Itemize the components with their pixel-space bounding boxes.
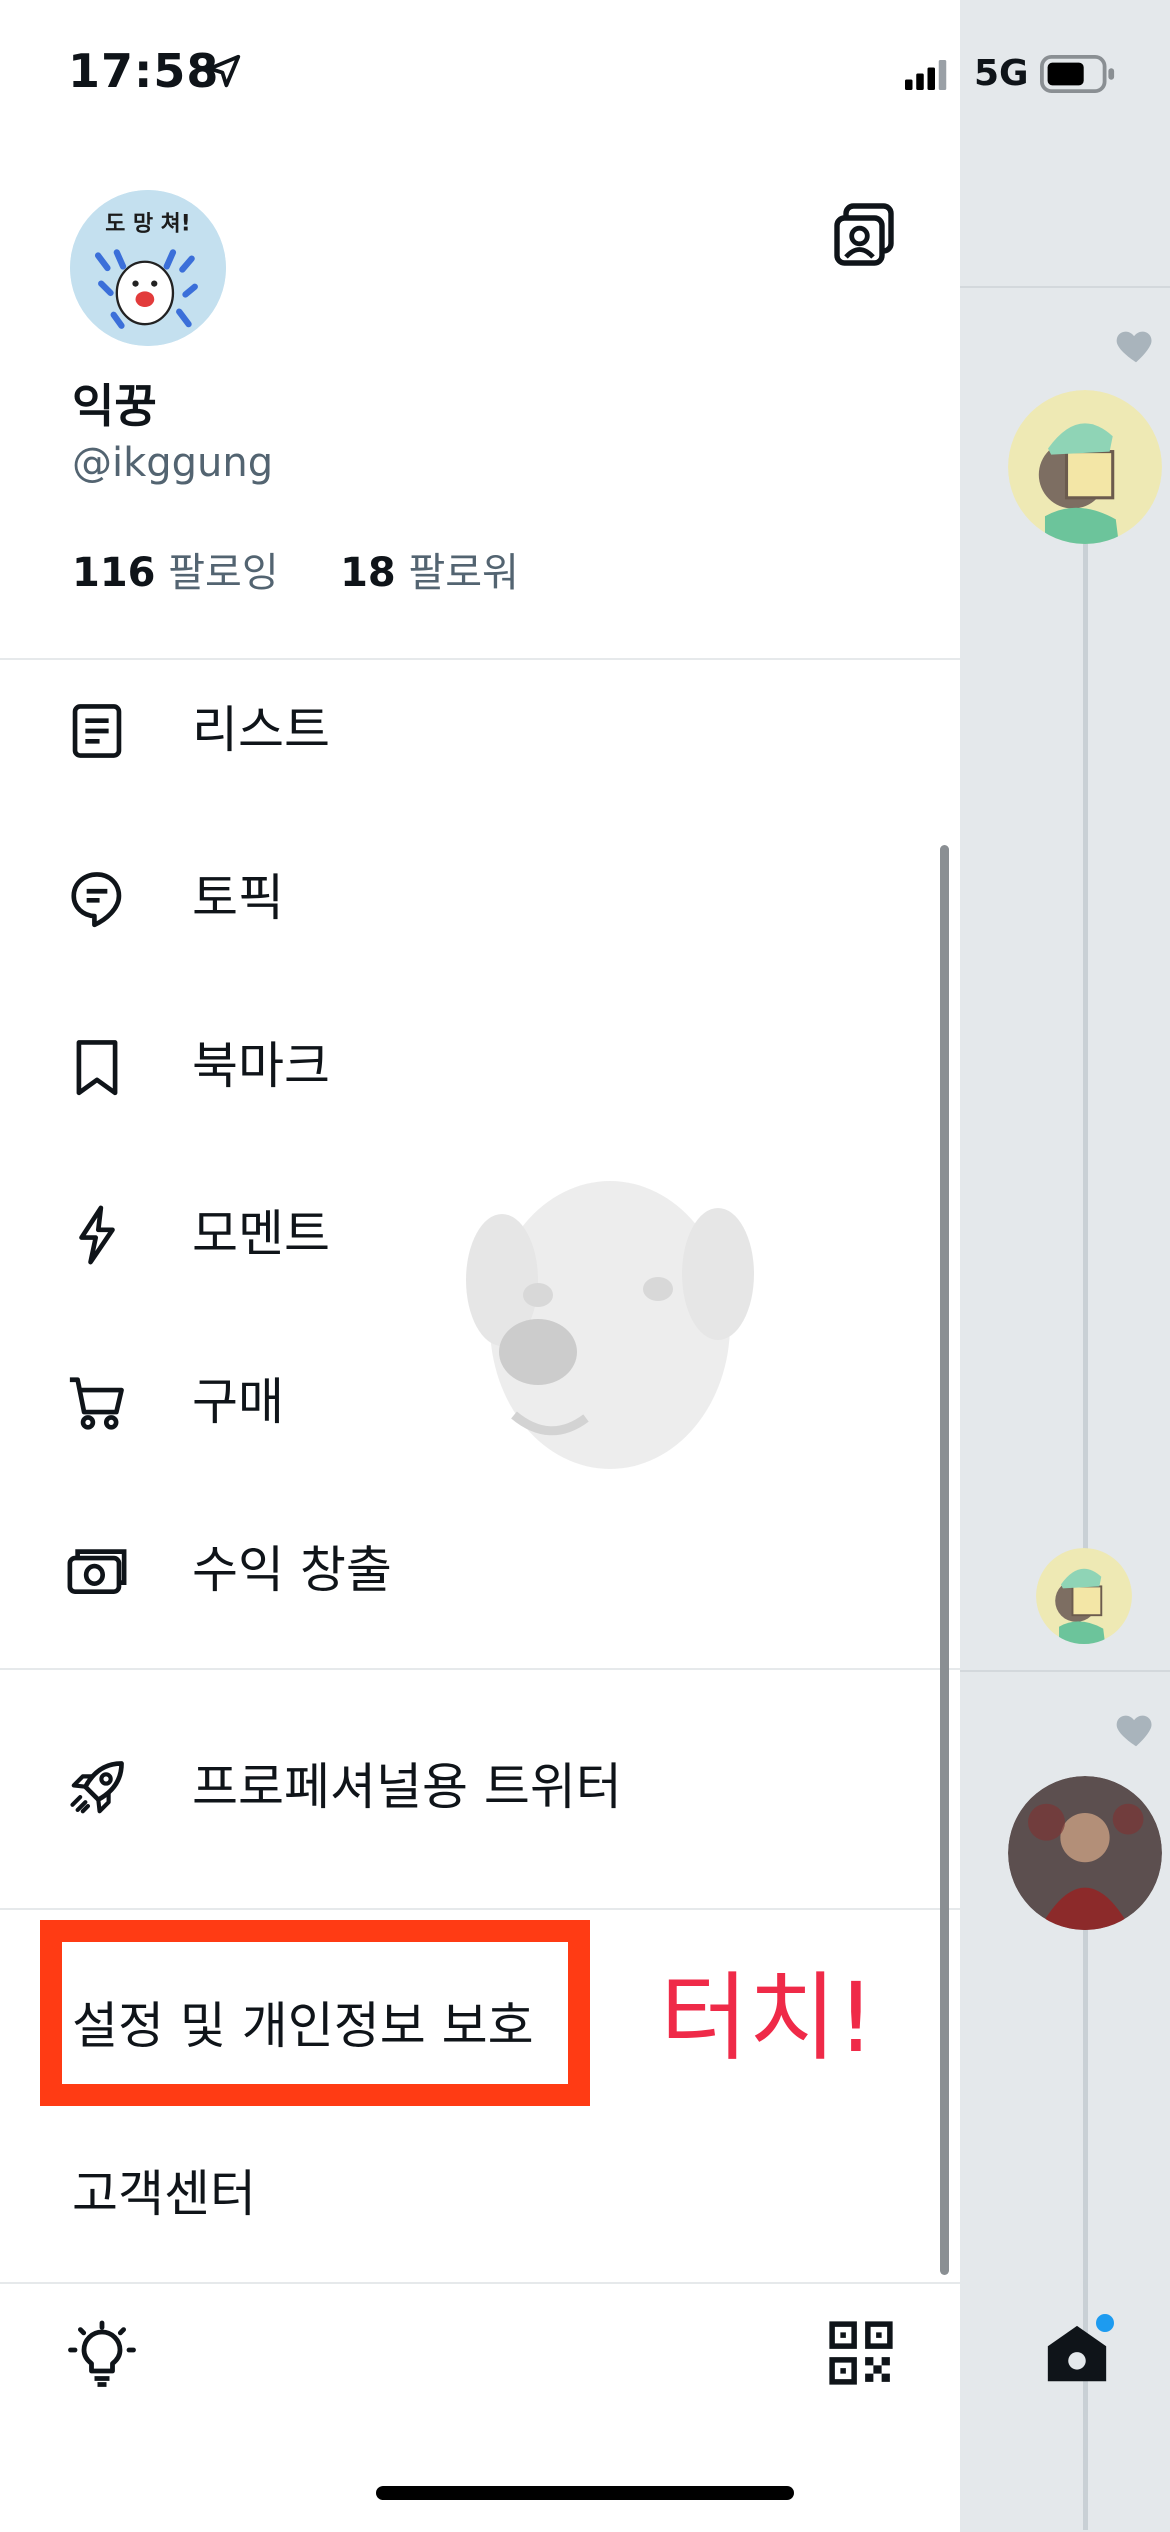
followers-count: 18 <box>340 550 396 596</box>
menu-item-label: 수익 창출 <box>192 1541 392 1599</box>
side-drawer: 17:58 5G 도 망 쳐! 익꿍 @ikggung 116 팔로잉 18 팔… <box>0 0 1115 2532</box>
following-link[interactable]: 116 팔로잉 <box>72 550 291 596</box>
signal-icon <box>905 60 947 90</box>
menu-item-label: 북마크 <box>192 1037 330 1095</box>
menu-item-label: 프로페셔널용 트위터 <box>192 1758 622 1816</box>
lightbulb-icon[interactable] <box>66 2320 138 2392</box>
thread-line <box>1083 1920 1088 2530</box>
divider <box>0 658 960 660</box>
bookmark-icon <box>76 1040 118 1096</box>
home-indicator[interactable] <box>376 2486 794 2500</box>
network-label: 5G <box>974 53 1029 94</box>
status-time: 17:58 <box>68 44 220 98</box>
notification-dot <box>1093 2311 1117 2335</box>
like-heart-icon[interactable] <box>1113 322 1159 368</box>
timeline-divider <box>960 286 1170 288</box>
timeline-background <box>960 0 1170 2532</box>
timeline-divider <box>960 1670 1170 1672</box>
following-count: 116 <box>72 550 156 596</box>
scrollbar[interactable] <box>940 845 949 2275</box>
menu-item-label: 모멘트 <box>192 1205 330 1263</box>
menu-item-monetization[interactable]: 수익 창출 <box>0 1510 940 1630</box>
divider <box>0 1908 960 1910</box>
avatar-text: 도 망 쳐! <box>105 212 190 237</box>
dog-sticker-image <box>466 1181 754 1469</box>
rocket-icon <box>70 1761 124 1814</box>
money-icon <box>67 1549 127 1594</box>
menu-item-label: 리스트 <box>192 701 330 759</box>
divider <box>0 2282 960 2284</box>
timeline-avatar[interactable] <box>1036 1548 1132 1644</box>
battery-icon <box>1040 55 1115 93</box>
list-icon <box>72 704 122 758</box>
touch-annotation: 터치! <box>660 1962 876 2074</box>
topic-icon <box>71 872 122 928</box>
menu-item-topics[interactable]: 토픽 <box>0 838 940 958</box>
menu-item-bookmarks[interactable]: 북마크 <box>0 1006 940 1126</box>
account-switch-icon[interactable] <box>828 200 900 272</box>
help-center-link[interactable]: 고객센터 <box>72 2164 256 2224</box>
timeline-avatar[interactable] <box>1008 390 1162 544</box>
timeline-avatar[interactable] <box>1008 1776 1162 1930</box>
menu-item-label: 토픽 <box>192 869 284 927</box>
settings-and-privacy-link[interactable]: 설정 및 개인정보 보호 <box>72 1996 534 2056</box>
menu-item-professional[interactable]: 프로페셔널용 트위터 <box>0 1727 940 1847</box>
followers-label: 팔로워 <box>408 550 519 596</box>
like-heart-icon[interactable] <box>1113 1706 1159 1752</box>
follow-stats: 116 팔로잉 18 팔로워 <box>72 540 519 598</box>
followers-link[interactable]: 18 팔로워 <box>340 550 519 596</box>
following-label: 팔로잉 <box>168 550 279 596</box>
menu-item-lists[interactable]: 리스트 <box>0 670 940 790</box>
user-handle: @ikggung <box>72 440 274 486</box>
menu-item-label: 구매 <box>192 1373 284 1431</box>
qr-code-icon[interactable] <box>828 2320 894 2386</box>
profile-avatar[interactable]: 도 망 쳐! <box>70 190 226 346</box>
cart-icon <box>69 1377 124 1430</box>
lightning-icon <box>79 1205 115 1265</box>
thread-line <box>1083 540 1088 1560</box>
divider <box>0 1668 960 1670</box>
display-name: 익꿍 <box>72 379 157 433</box>
location-arrow-icon <box>207 54 241 88</box>
